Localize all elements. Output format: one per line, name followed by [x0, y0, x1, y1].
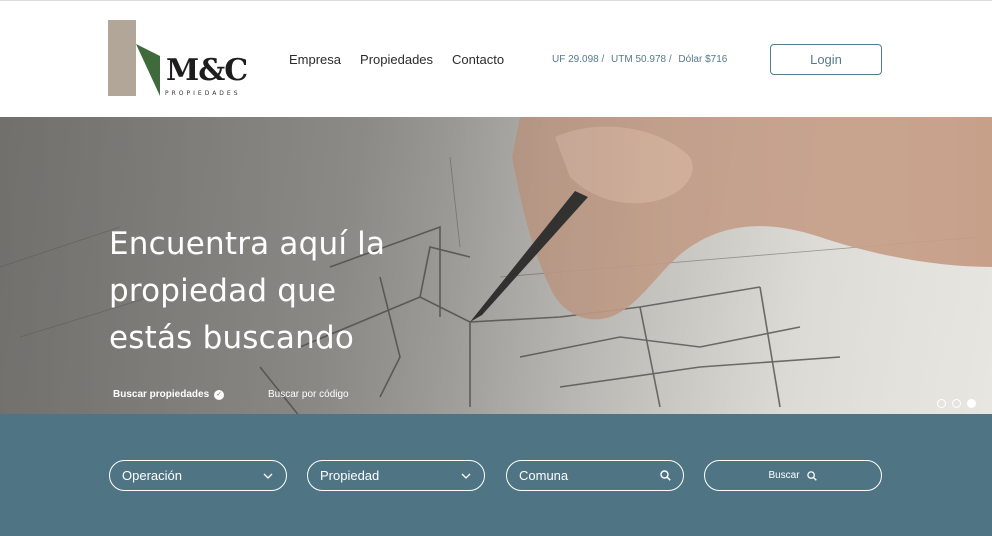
- main-nav: Empresa Propiedades Contacto: [289, 52, 523, 67]
- comuna-input-placeholder: Comuna: [519, 468, 569, 483]
- hero-title: Encuentra aquí la propiedad que estás bu…: [109, 226, 386, 356]
- tab-buscar-propiedades-label: Buscar propiedades: [113, 389, 210, 400]
- search-icon: [659, 470, 671, 482]
- property-select[interactable]: Propiedad: [307, 460, 485, 491]
- carousel-dot-1[interactable]: [937, 399, 946, 408]
- economic-indicators: UF 29.098 / UTM 50.978 / Dólar $716: [552, 54, 731, 65]
- brand-logo[interactable]: M&C PROPIEDADES: [108, 20, 250, 98]
- comuna-input[interactable]: Comuna: [506, 460, 684, 491]
- search-icon: [806, 470, 818, 482]
- carousel-dot-3[interactable]: [967, 399, 976, 408]
- tab-buscar-propiedades[interactable]: Buscar propiedades ✓: [113, 389, 225, 400]
- carousel-dot-2[interactable]: [952, 399, 961, 408]
- logo-beige-block: [108, 20, 136, 96]
- carousel-dots: [937, 399, 976, 408]
- nav-item-propiedades[interactable]: Propiedades: [360, 52, 433, 67]
- rate-uf: UF 29.098 /: [552, 54, 605, 65]
- search-button[interactable]: Buscar: [704, 460, 882, 491]
- property-select-label: Propiedad: [320, 468, 380, 483]
- login-button[interactable]: Login: [770, 44, 882, 75]
- chevron-down-icon: [460, 470, 472, 482]
- search-button-label: Buscar: [768, 470, 800, 481]
- chevron-down-icon: [262, 470, 274, 482]
- operation-select-label: Operación: [122, 468, 182, 483]
- site-header: M&C PROPIEDADES Empresa Propiedades Cont…: [0, 0, 992, 117]
- search-panel: Operación Propiedad Comuna Buscar: [0, 414, 992, 536]
- logo-text: M&C: [166, 53, 248, 88]
- nav-item-empresa[interactable]: Empresa: [289, 52, 341, 67]
- hero-banner: Encuentra aquí la propiedad que estás bu…: [0, 117, 992, 414]
- tab-buscar-por-codigo[interactable]: Buscar por código: [268, 389, 349, 400]
- check-icon: ✓: [214, 389, 225, 400]
- rate-dolar: Dólar $716: [678, 54, 728, 65]
- rate-utm: UTM 50.978 /: [611, 54, 672, 65]
- nav-item-contacto[interactable]: Contacto: [452, 52, 504, 67]
- operation-select[interactable]: Operación: [109, 460, 287, 491]
- logo-green-triangle: [136, 44, 160, 96]
- logo-subtitle: PROPIEDADES: [165, 90, 241, 97]
